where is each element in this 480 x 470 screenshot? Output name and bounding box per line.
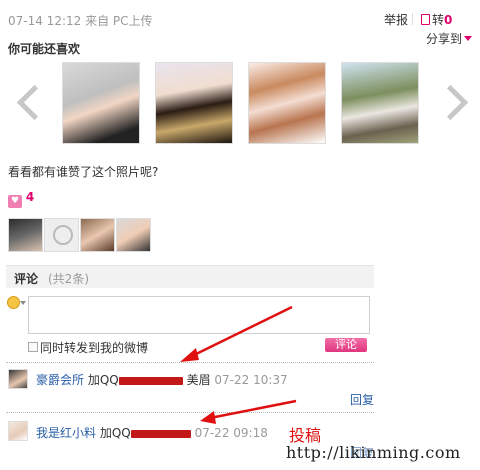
annotation-arrowhead — [200, 411, 216, 424]
watermark: http://likinming.com — [286, 443, 461, 462]
annotation-arrowhead — [180, 348, 199, 362]
annotation-arrow-line — [189, 305, 293, 359]
annotation-arrow-line — [209, 399, 297, 420]
annotation-arrows — [180, 305, 297, 424]
